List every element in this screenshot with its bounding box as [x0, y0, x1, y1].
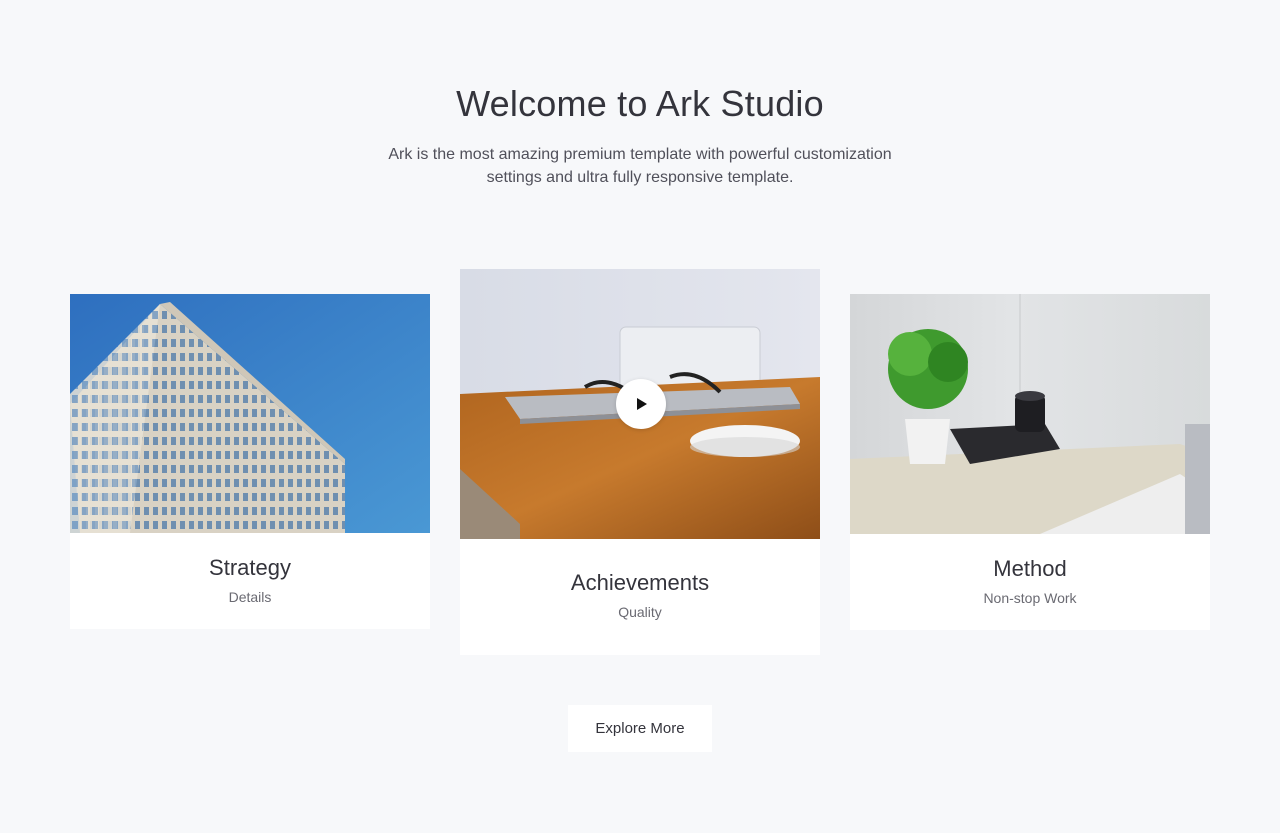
office-building-image [70, 294, 430, 533]
card-achievements[interactable]: Achievements Quality [460, 269, 820, 655]
explore-more-button[interactable]: Explore More [568, 705, 712, 752]
desk-laptop-image [460, 269, 820, 539]
section-title: Welcome to Ark Studio [456, 83, 824, 124]
desk-plant-image [850, 294, 1210, 534]
card-subtitle: Non-stop Work [983, 590, 1077, 606]
card-strategy[interactable]: Strategy Details [70, 294, 430, 629]
welcome-section: Welcome to Ark Studio Ark is the most am… [0, 0, 1280, 833]
card-title: Achievements [570, 570, 710, 595]
play-icon [637, 398, 647, 410]
subtitle-line-2: settings and ultra fully responsive temp… [486, 169, 794, 186]
card-method[interactable]: Method Non-stop Work [850, 294, 1210, 630]
play-button[interactable] [616, 379, 666, 429]
card-title: Strategy [209, 555, 291, 580]
card-subtitle: Details [228, 589, 272, 605]
card-title: Method [993, 556, 1067, 581]
card-subtitle: Quality [618, 604, 662, 620]
subtitle-line-1: Ark is the most amazing premium template… [388, 146, 892, 163]
section-subtitle: Ark is the most amazing premium template… [340, 143, 940, 189]
